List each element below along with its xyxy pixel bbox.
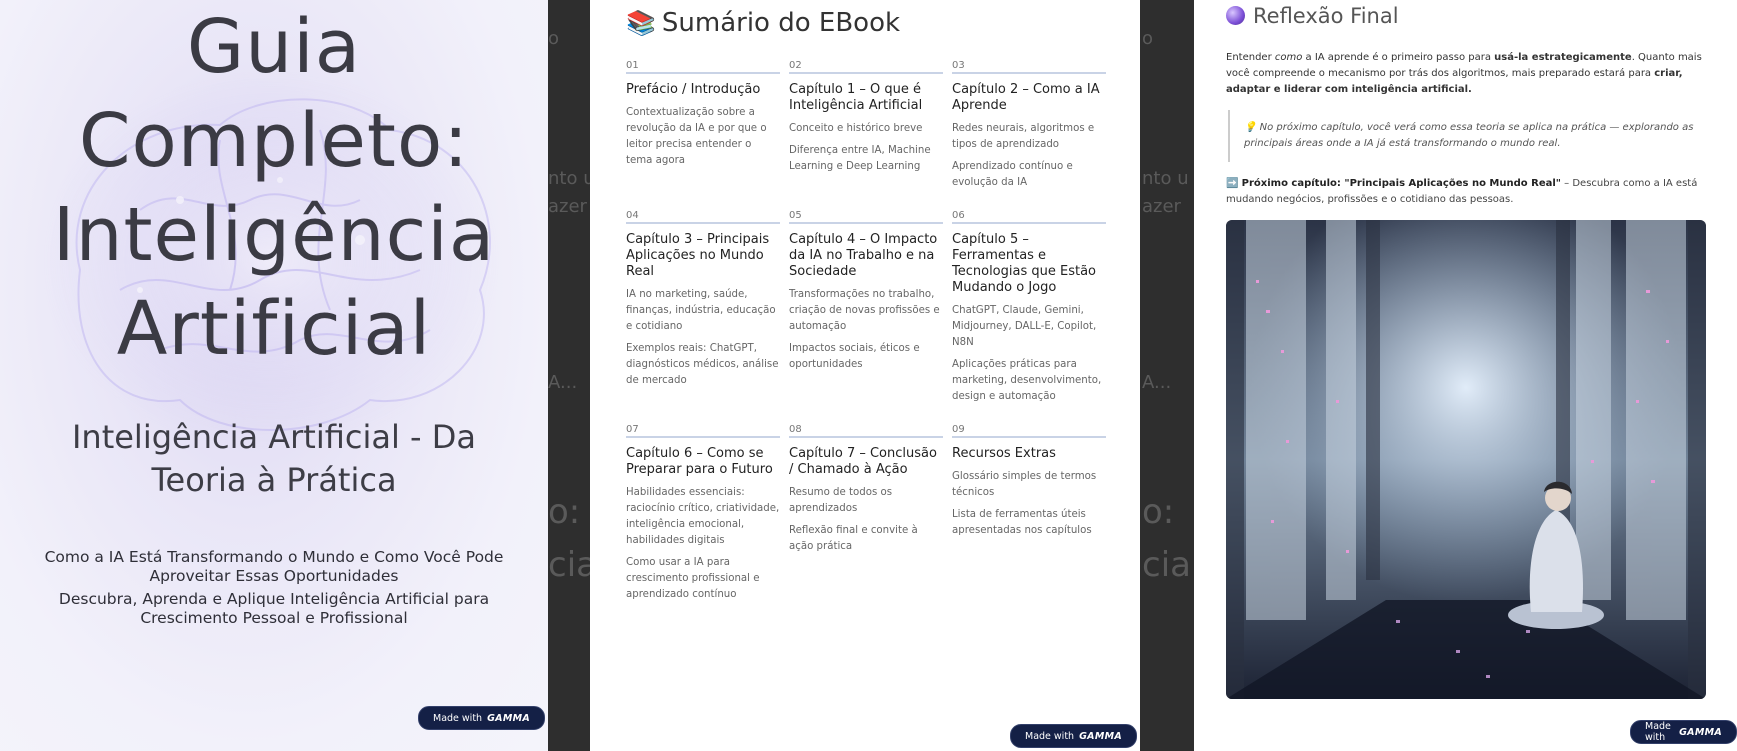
toc-item-line: Resumo de todos os aprendizados xyxy=(789,487,893,514)
toc-title-text: Sumário do EBook xyxy=(661,8,901,38)
next-chapter-callout: 💡 No próximo capítulo, você verá como es… xyxy=(1228,110,1714,162)
toc-item-title: Capítulo 7 – Conclusão / Chamado à Ação xyxy=(789,446,937,477)
toc-item-number: 02 xyxy=(789,60,943,74)
badge-prefix: Made with xyxy=(1645,721,1671,743)
toc-item: 04 Capítulo 3 – Principais Aplicações no… xyxy=(626,210,780,424)
text-run-italic: como xyxy=(1274,52,1303,63)
toc-item-number: 03 xyxy=(952,60,1106,74)
toc-item-line: Habilidades essenciais: raciocínio críti… xyxy=(626,487,780,546)
ghost-text: nto u xyxy=(548,168,595,189)
toc-item-line: Como usar a IA para crescimento profissi… xyxy=(626,557,760,600)
toc-item-number: 01 xyxy=(626,60,780,74)
ghost-text: A... xyxy=(548,372,578,393)
cover-page: Guia Completo: Inteligência Artificial I… xyxy=(0,0,548,751)
next-chapter-label: Próximo capítulo: "Principais Aplicações… xyxy=(1241,178,1561,189)
callout-text: No próximo capítulo, você verá como essa… xyxy=(1244,122,1694,149)
toc-row: 01 Prefácio / Introdução Contextualizaçã… xyxy=(626,60,1106,210)
toc-item-line: Reflexão final e convite à ação prática xyxy=(789,525,918,552)
reflection-paragraph: Entender como a IA aprende é o primeiro … xyxy=(1226,50,1706,98)
ghost-text: azer xyxy=(1142,196,1181,217)
toc-grid: 01 Prefácio / Introdução Contextualizaçã… xyxy=(626,60,1106,609)
toc-item-title: Prefácio / Introdução xyxy=(626,82,761,97)
ghost-text: A... xyxy=(1142,372,1172,393)
toc-item-number: 07 xyxy=(626,424,780,438)
toc-item-line: Diferença entre IA, Machine Learning e D… xyxy=(789,145,931,172)
toc-item-line: Contextualização sobre a revolução da IA… xyxy=(626,107,767,166)
toc-row: 04 Capítulo 3 – Principais Aplicações no… xyxy=(626,210,1106,424)
toc-item-title: Capítulo 4 – O Impacto da IA no Trabalho… xyxy=(789,232,938,279)
toc-item-title: Capítulo 5 – Ferramentas e Tecnologias q… xyxy=(952,232,1096,295)
made-with-gamma-badge[interactable]: Made with GAMMA xyxy=(1010,724,1137,748)
gamma-logo: GAMMA xyxy=(487,712,530,724)
ghost-text: o xyxy=(1142,28,1154,49)
toc-item-title: Capítulo 6 – Como se Preparar para o Fut… xyxy=(626,446,773,477)
toc-item-line: Exemplos reais: ChatGPT, diagnósticos mé… xyxy=(626,343,779,386)
toc-page: 📚 Sumário do EBook 01 Prefácio / Introduç… xyxy=(590,0,1140,751)
toc-item-number: 09 xyxy=(952,424,1106,438)
toc-item-line: Aplicações práticas para marketing, dese… xyxy=(952,359,1102,402)
toc-item-title: Recursos Extras xyxy=(952,446,1056,461)
reflection-page: Reflexão Final Entender como a IA aprend… xyxy=(1194,0,1737,751)
made-with-gamma-badge[interactable]: Made with GAMMA xyxy=(418,706,545,730)
ghost-text: azer xyxy=(548,196,587,217)
cover-subtitle: Inteligência Artificial - Da Teoria à Pr… xyxy=(71,418,477,499)
toc-item-title: Capítulo 1 – O que é Inteligência Artifi… xyxy=(789,82,923,113)
toc-item: 02 Capítulo 1 – O que é Inteligência Art… xyxy=(789,60,943,210)
gamma-logo: GAMMA xyxy=(1679,726,1722,738)
toc-item: 01 Prefácio / Introdução Contextualizaçã… xyxy=(626,60,780,210)
badge-prefix: Made with xyxy=(433,712,483,724)
title-line: Inteligência xyxy=(52,192,496,278)
toc-item-line: Conceito e histórico breve xyxy=(789,123,923,134)
arrow-right-icon: ➡️ xyxy=(1226,178,1239,189)
text-run: a IA aprende é o primeiro passo para xyxy=(1302,52,1495,63)
toc-item-line: IA no marketing, saúde, finanças, indúst… xyxy=(626,289,776,332)
ghost-text: cia xyxy=(1142,545,1191,585)
toc-item-line: Lista de ferramentas úteis apresentadas … xyxy=(952,509,1092,536)
crystal-ball-icon xyxy=(1226,6,1245,25)
toc-item: 07 Capítulo 6 – Como se Preparar para o … xyxy=(626,424,780,609)
ghost-text: nto u xyxy=(1142,168,1189,189)
cover-description: Como a IA Está Transformando o Mundo e C… xyxy=(30,548,518,632)
books-icon: 📚 xyxy=(626,9,656,37)
toc-item-number: 05 xyxy=(789,210,943,224)
toc-item-title: Capítulo 2 – Como a IA Aprende xyxy=(952,82,1100,113)
toc-item-number: 06 xyxy=(952,210,1106,224)
lightbulb-icon: 💡 xyxy=(1244,122,1257,133)
toc-item: 08 Capítulo 7 – Conclusão / Chamado à Aç… xyxy=(789,424,943,609)
next-chapter-line: ➡️ Próximo capítulo: "Principais Aplicaç… xyxy=(1226,176,1706,208)
toc-item: 03 Capítulo 2 – Como a IA Aprende Redes … xyxy=(952,60,1106,210)
badge-prefix: Made with xyxy=(1025,730,1075,742)
toc-item-number: 08 xyxy=(789,424,943,438)
toc-item: 05 Capítulo 4 – O Impacto da IA no Traba… xyxy=(789,210,943,424)
ghost-text: o: xyxy=(1142,492,1175,532)
reflection-title: Reflexão Final xyxy=(1226,4,1399,28)
ghost-text: o: xyxy=(548,492,581,532)
title-line: Artificial xyxy=(116,286,432,372)
toc-item: 06 Capítulo 5 – Ferramentas e Tecnologia… xyxy=(952,210,1106,424)
toc-row: 07 Capítulo 6 – Como se Preparar para o … xyxy=(626,424,1106,609)
toc-item-line: ChatGPT, Claude, Gemini, Midjourney, DAL… xyxy=(952,305,1097,348)
toc-item-title: Capítulo 3 – Principais Aplicações no Mu… xyxy=(626,232,770,279)
toc-title: 📚 Sumário do EBook xyxy=(626,8,900,38)
ghost-text: o xyxy=(548,28,560,49)
toc-item-line: Transformações no trabalho, criação de n… xyxy=(789,289,940,332)
text-run-bold: usá-la estrategicamente xyxy=(1494,52,1632,63)
text-run: Entender xyxy=(1226,52,1275,63)
toc-item-line: Redes neurais, algoritmos e tipos de apr… xyxy=(952,123,1095,150)
made-with-gamma-badge[interactable]: Made with GAMMA xyxy=(1630,720,1737,744)
reflection-title-text: Reflexão Final xyxy=(1253,4,1399,28)
cover-desc-line: Como a IA Está Transformando o Mundo e C… xyxy=(44,548,504,585)
toc-item: 09 Recursos Extras Glossário simples de … xyxy=(952,424,1106,609)
toc-item-line: Impactos sociais, éticos e oportunidades xyxy=(789,343,920,370)
title-line: Guia xyxy=(186,4,362,90)
toc-item-number: 04 xyxy=(626,210,780,224)
title-line: Completo: xyxy=(78,98,470,184)
cover-title: Guia Completo: Inteligência Artificial xyxy=(0,0,548,376)
toc-item-line: Glossário simples de termos técnicos xyxy=(952,471,1097,498)
gamma-logo: GAMMA xyxy=(1079,730,1122,742)
toc-item-line: Aprendizado contínuo e evolução da IA xyxy=(952,161,1073,188)
futuristic-meditation-image xyxy=(1226,220,1706,699)
cover-desc-line: Descubra, Aprenda e Aplique Inteligência… xyxy=(58,590,490,627)
